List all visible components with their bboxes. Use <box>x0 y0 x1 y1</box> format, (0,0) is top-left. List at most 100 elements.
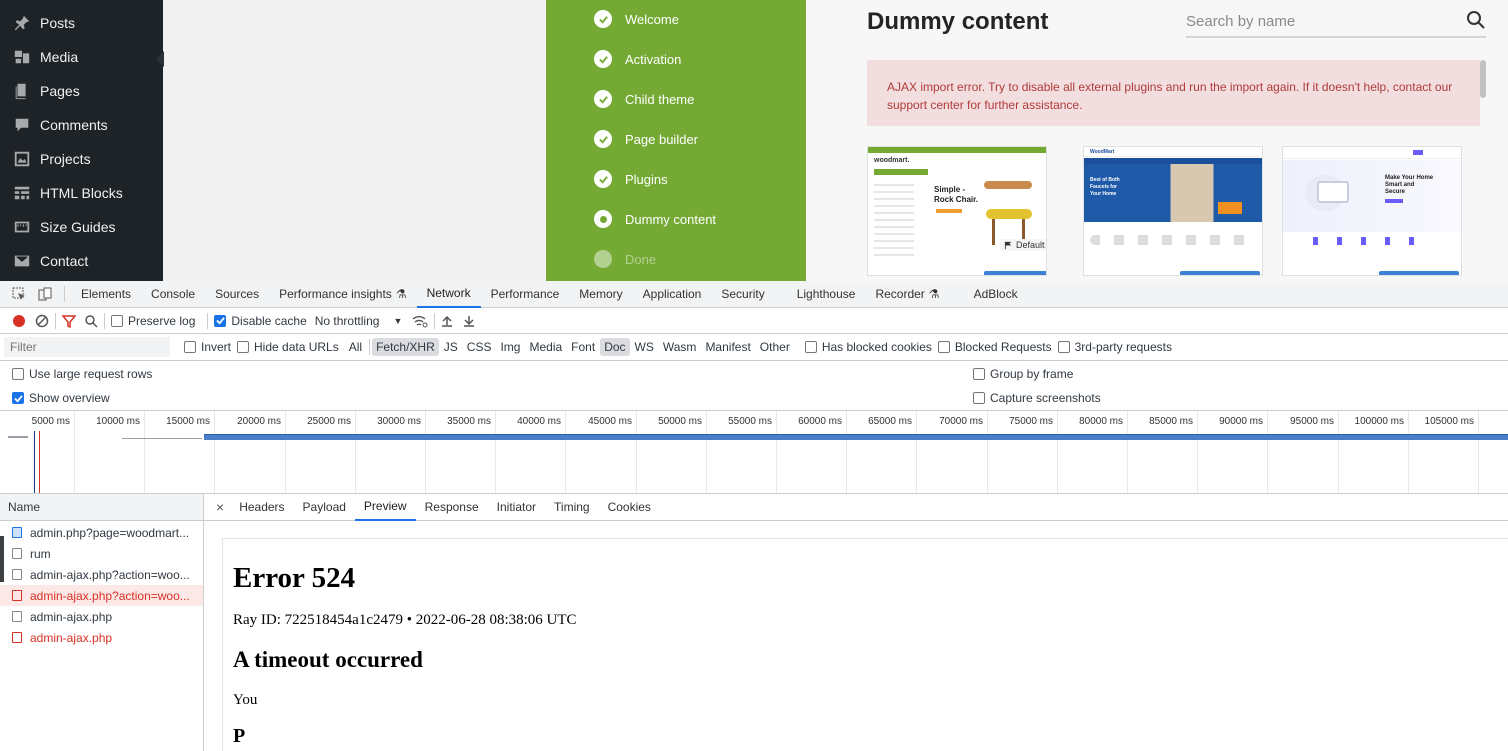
search-input[interactable] <box>1186 12 1456 30</box>
sidebar-item-projects[interactable]: Projects <box>0 142 163 176</box>
export-har-icon[interactable] <box>463 315 475 327</box>
timeline-tick-label: 35000 ms <box>447 416 491 427</box>
group-by-frame-checkbox[interactable]: Group by frame <box>973 367 1073 381</box>
tab-recorder[interactable]: Recorder ⚗ <box>865 281 949 308</box>
timeline-tick-label: 70000 ms <box>939 416 983 427</box>
large-rows-checkbox[interactable]: Use large request rows <box>12 367 152 381</box>
preserve-log-checkbox[interactable]: Preserve log <box>111 314 195 328</box>
checkbox-box <box>937 341 950 353</box>
sidebar-item-contact[interactable]: Contact <box>0 244 163 278</box>
type-filter-doc[interactable]: Doc <box>600 338 630 356</box>
tab-headers[interactable]: Headers <box>230 494 293 521</box>
type-filter-font[interactable]: Font <box>567 338 599 356</box>
sidebar-item-media[interactable]: Media <box>0 40 163 74</box>
request-row[interactable]: admin-ajax.php <box>0 627 203 648</box>
type-filter-media[interactable]: Media <box>525 338 566 356</box>
record-icon[interactable] <box>13 314 25 327</box>
scrollbar[interactable] <box>1480 60 1486 98</box>
sidebar-item-size-guides[interactable]: Size Guides <box>0 210 163 244</box>
request-row[interactable]: rum <box>0 543 203 564</box>
checkbox-box <box>184 341 196 353</box>
disable-cache-checkbox[interactable]: Disable cache <box>214 314 307 328</box>
resize-handle[interactable] <box>0 536 4 582</box>
checkbox-box <box>1057 341 1070 353</box>
tab-application[interactable]: Application <box>633 281 712 308</box>
blocked-requests-checkbox[interactable]: Blocked Requests <box>937 340 1052 354</box>
request-row[interactable]: admin.php?page=woodmart... <box>0 522 203 543</box>
inspect-element-icon[interactable] <box>12 287 26 301</box>
request-row[interactable]: admin-ajax.php?action=woo... <box>0 564 203 585</box>
tab-performance-insights[interactable]: Performance insights ⚗ <box>269 281 416 308</box>
wizard-step-activation[interactable]: Activation <box>594 49 681 69</box>
invert-checkbox[interactable]: Invert <box>184 340 231 354</box>
tab-response[interactable]: Response <box>416 494 488 521</box>
import-button[interactable] <box>984 271 1046 275</box>
tab-payload[interactable]: Payload <box>294 494 355 521</box>
tab-lighthouse[interactable]: Lighthouse <box>787 281 866 308</box>
type-filter-img[interactable]: Img <box>496 338 524 356</box>
third-party-requests-checkbox[interactable]: 3rd-party requests <box>1057 340 1172 354</box>
pages-icon <box>12 82 32 100</box>
tab-sources[interactable]: Sources <box>205 281 269 308</box>
tab-console[interactable]: Console <box>141 281 205 308</box>
demo-thumbnail-2[interactable]: WoodMart Best of Both Faucets for Your H… <box>1083 146 1263 276</box>
wizard-step-page-builder[interactable]: Page builder <box>594 129 698 149</box>
type-filter-all[interactable]: All <box>345 338 366 356</box>
type-filter-js[interactable]: JS <box>440 338 462 356</box>
show-overview-checkbox[interactable]: Show overview <box>12 391 110 405</box>
capture-screenshots-checkbox[interactable]: Capture screenshots <box>973 391 1101 405</box>
sidebar-item-html-blocks[interactable]: HTML Blocks <box>0 176 163 210</box>
wizard-step-label: Done <box>625 251 657 267</box>
clear-icon[interactable] <box>35 314 49 328</box>
demo-thumbnail-3[interactable]: Make Your Home Smart and Secure <box>1282 146 1462 276</box>
type-filter-other[interactable]: Other <box>756 338 794 356</box>
type-filter-css[interactable]: CSS <box>463 338 496 356</box>
wizard-step-plugins[interactable]: Plugins <box>594 169 668 189</box>
import-har-icon[interactable] <box>441 315 453 327</box>
demo-thumbnail-default[interactable]: woodmart. Simple - Rock Chair. Default <box>867 146 1047 276</box>
tab-preview[interactable]: Preview <box>354 494 416 521</box>
type-filter-wasm[interactable]: Wasm <box>659 338 701 356</box>
page-viewport: Posts Media Pages Comments Projects HTML… <box>0 0 1508 281</box>
sidebar-item-comments[interactable]: Comments <box>0 108 163 142</box>
has-blocked-cookies-checkbox[interactable]: Has blocked cookies <box>804 340 932 354</box>
tab-performance[interactable]: Performance <box>481 281 570 308</box>
wizard-step-dummy-content[interactable]: Dummy content <box>594 209 716 229</box>
type-filter-ws[interactable]: WS <box>631 338 658 356</box>
type-filter-fetch-xhr[interactable]: Fetch/XHR <box>372 338 439 356</box>
tab-timing[interactable]: Timing <box>545 494 599 521</box>
timeline-tick-label: 15000 ms <box>166 416 210 427</box>
tab-adblock[interactable]: AdBlock <box>964 281 1028 308</box>
import-button[interactable] <box>1379 271 1459 275</box>
request-row-selected[interactable]: admin-ajax.php?action=woo... <box>0 585 203 606</box>
sidebar-item-pages[interactable]: Pages <box>0 74 163 108</box>
search-icon[interactable] <box>1466 10 1486 33</box>
wizard-step-welcome[interactable]: Welcome <box>594 9 679 29</box>
network-conditions-icon[interactable] <box>412 314 428 328</box>
filter-input[interactable] <box>4 337 170 357</box>
tab-elements[interactable]: Elements <box>71 281 141 308</box>
filter-funnel-icon[interactable] <box>62 314 76 328</box>
name-column-header[interactable]: Name <box>0 494 203 521</box>
network-overview-timeline[interactable]: 5000 ms 10000 ms 15000 ms 20000 ms 25000 ms 3… <box>0 411 1508 494</box>
tab-memory[interactable]: Memory <box>569 281 632 308</box>
error-heading: Error 524 <box>233 562 356 594</box>
wizard-step-done[interactable]: Done <box>594 249 656 269</box>
type-filter-manifest[interactable]: Manifest <box>701 338 754 356</box>
tab-security[interactable]: Security <box>711 281 774 308</box>
close-icon[interactable]: × <box>210 499 230 515</box>
check-icon <box>594 130 612 148</box>
search-icon[interactable] <box>84 314 98 328</box>
wizard-step-child-theme[interactable]: Child theme <box>594 89 694 109</box>
device-toolbar-icon[interactable] <box>38 287 52 301</box>
throttling-select[interactable]: No throttling ▼ <box>315 314 403 328</box>
hide-data-urls-checkbox[interactable]: Hide data URLs <box>237 340 339 354</box>
request-row[interactable]: admin-ajax.php <box>0 606 203 627</box>
tab-cookies[interactable]: Cookies <box>599 494 660 521</box>
tab-network[interactable]: Network <box>416 281 481 308</box>
tab-initiator[interactable]: Initiator <box>488 494 545 521</box>
checkbox-box <box>973 392 985 404</box>
import-button[interactable] <box>1180 271 1260 275</box>
sidebar-item-posts[interactable]: Posts <box>0 6 163 40</box>
timeline-gridline <box>285 411 286 493</box>
